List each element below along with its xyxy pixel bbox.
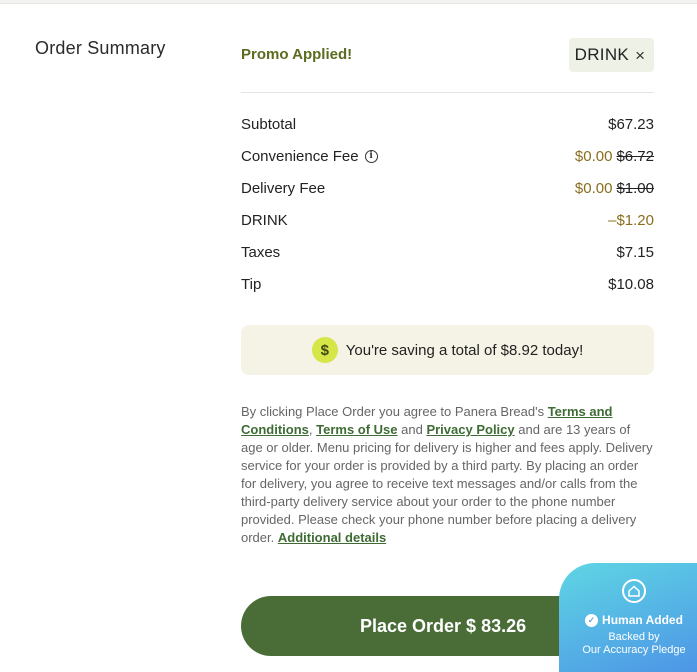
dollar-icon: $	[311, 337, 338, 363]
accuracy-pledge-badge[interactable]: ✓ Human Added Backed by Our Accuracy Ple…	[559, 563, 697, 672]
promo-code-text: DRINK	[574, 45, 630, 64]
legal-disclaimer: By clicking Place Order you agree to Pan…	[241, 403, 654, 547]
house-icon	[622, 579, 646, 603]
promo-row: Promo Applied! DRINK ×	[241, 38, 654, 72]
line-label: Subtotal	[241, 116, 297, 133]
badge-title: Human Added	[602, 613, 683, 627]
line-drink-promo: DRINK –$1.20	[241, 212, 654, 244]
promo-applied-label: Promo Applied!	[241, 46, 353, 63]
line-label: Delivery Fee	[241, 180, 326, 197]
legal-text: By clicking Place Order you agree to Pan…	[241, 404, 548, 419]
line-label: Taxes	[241, 244, 281, 261]
place-order-label: Place Order $ 83.26	[360, 615, 527, 636]
line-amount: $67.23	[608, 116, 654, 133]
badge-subtitle-line1: Backed by	[608, 631, 660, 643]
top-divider-strip	[0, 0, 697, 4]
line-amount: $7.15	[616, 244, 654, 261]
savings-banner: $ You're saving a total of $8.92 today!	[241, 325, 654, 375]
remove-promo-close-icon[interactable]: ×	[635, 47, 645, 64]
terms-of-use-link[interactable]: Terms of Use	[316, 422, 397, 437]
order-summary-title: Order Summary	[35, 38, 166, 58]
line-amount: $10.08	[608, 276, 654, 293]
info-icon[interactable]: i	[364, 150, 378, 163]
privacy-policy-link[interactable]: Privacy Policy	[426, 422, 514, 437]
price-lines: Subtotal $67.23 Convenience Fee i $0.00 …	[241, 116, 654, 308]
line-amount: $0.00	[574, 180, 613, 197]
legal-text: and are 13 years of age or older. Menu p…	[241, 422, 653, 545]
savings-text: You're saving a total of $8.92 today!	[345, 341, 584, 359]
check-circle-icon: ✓	[585, 613, 599, 627]
promo-code-chip: DRINK ×	[568, 38, 654, 72]
line-original-amount: $6.72	[616, 148, 654, 165]
line-delivery-fee: Delivery Fee $0.00 $1.00	[241, 180, 654, 212]
additional-details-link[interactable]: Additional details	[278, 530, 386, 545]
line-amount: –$1.20	[608, 212, 654, 229]
summary-divider	[241, 92, 654, 93]
line-original-amount: $1.00	[616, 180, 654, 197]
line-tip: Tip $10.08	[241, 276, 654, 308]
line-amount: $0.00	[574, 148, 613, 165]
line-convenience-fee: Convenience Fee i $0.00 $6.72	[241, 148, 654, 180]
line-taxes: Taxes $7.15	[241, 244, 654, 276]
badge-subtitle-line2: Our Accuracy Pledge	[582, 644, 686, 656]
legal-text: and	[397, 422, 427, 437]
line-label: Tip	[241, 276, 262, 293]
line-label: Convenience Fee	[241, 148, 359, 165]
line-label: DRINK	[241, 212, 288, 229]
line-subtotal: Subtotal $67.23	[241, 116, 654, 148]
